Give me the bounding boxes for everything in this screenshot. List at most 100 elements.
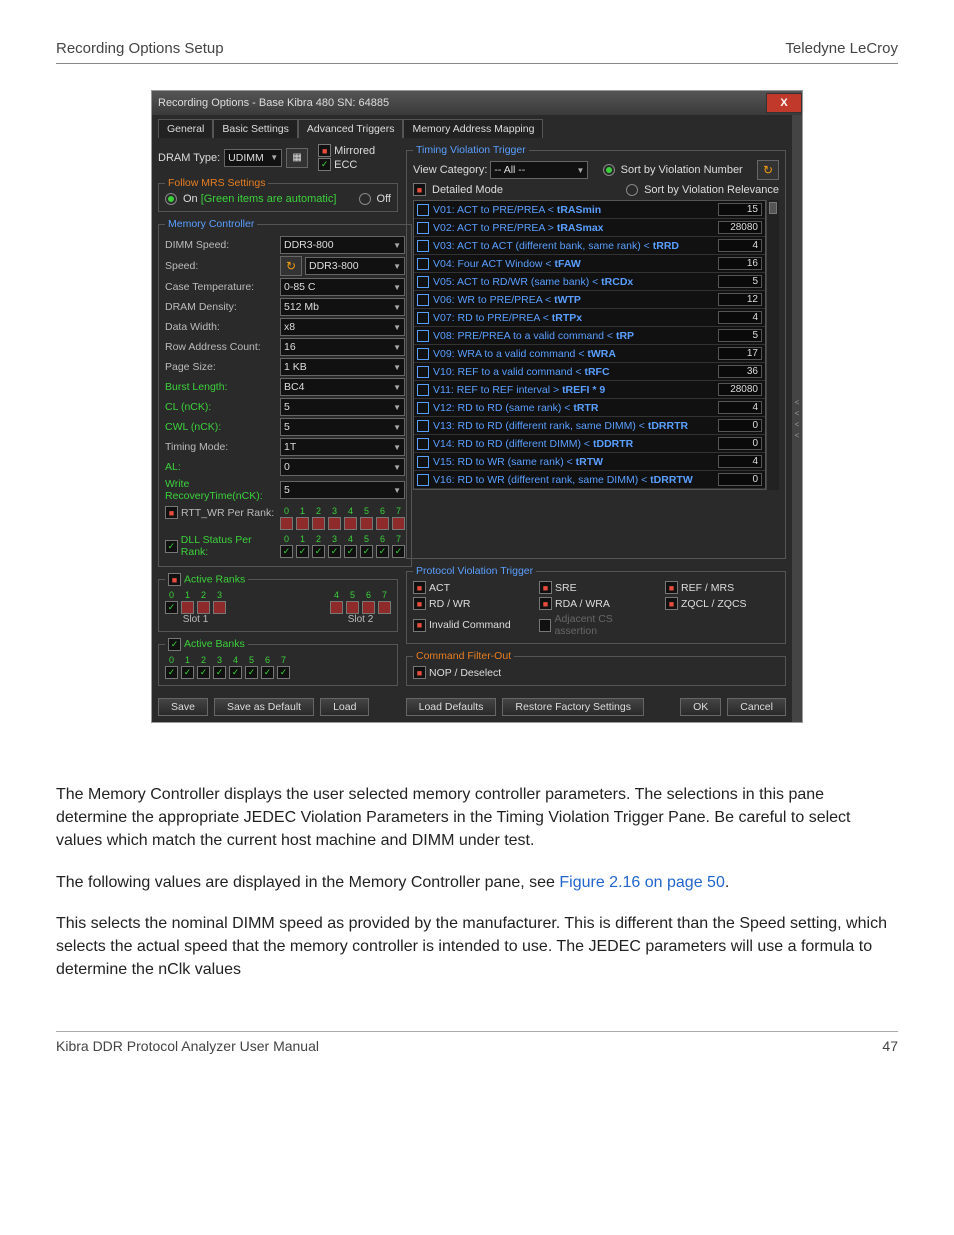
protocol-violation-item[interactable]: ■RDA / WRA: [539, 597, 653, 610]
rtt-rank-box[interactable]: [376, 517, 389, 530]
violation-value[interactable]: 0: [718, 419, 762, 432]
violation-row[interactable]: V06: WR to PRE/PREA < tWTP12: [414, 291, 765, 309]
rtt-rank-box[interactable]: [280, 517, 293, 530]
follow-mrs-off-radio[interactable]: [359, 193, 371, 205]
violation-row[interactable]: V09: WRA to a valid command < tWRA17: [414, 345, 765, 363]
mc-select[interactable]: 1 KB▼: [280, 358, 405, 376]
mc-select[interactable]: x8▼: [280, 318, 405, 336]
pv-checkbox[interactable]: ■: [539, 581, 552, 594]
violation-row[interactable]: V15: RD to WR (same rank) < tRTW4: [414, 453, 765, 471]
active-rank-box[interactable]: [378, 601, 391, 614]
mc-select[interactable]: 5▼: [280, 398, 405, 416]
dialog-right-scroll[interactable]: < < < <: [792, 115, 802, 722]
violation-checkbox[interactable]: [417, 294, 429, 306]
dll-status-check[interactable]: ✓: [165, 540, 178, 553]
rtt-rank-box[interactable]: [328, 517, 341, 530]
violation-value[interactable]: 4: [718, 401, 762, 414]
dll-rank-box[interactable]: [376, 545, 389, 558]
mc-select[interactable]: 0-85 C▼: [280, 278, 405, 296]
protocol-violation-item[interactable]: ■ZQCL / ZQCS: [665, 597, 779, 610]
violation-list[interactable]: V01: ACT to PRE/PREA < tRASmin15V02: ACT…: [413, 200, 766, 490]
violation-value[interactable]: 17: [718, 347, 762, 360]
violation-row[interactable]: V03: ACT to ACT (different bank, same ra…: [414, 237, 765, 255]
violation-row[interactable]: V16: RD to WR (different rank, same DIMM…: [414, 471, 765, 489]
protocol-violation-item[interactable]: ■RD / WR: [413, 597, 527, 610]
mc-select[interactable]: BC4▼: [280, 378, 405, 396]
mc-select[interactable]: 512 Mb▼: [280, 298, 405, 316]
speed-refresh-icon[interactable]: ↻: [280, 256, 302, 276]
violation-value[interactable]: 28080: [718, 221, 762, 234]
restore-factory-button[interactable]: Restore Factory Settings: [502, 698, 644, 716]
dll-rank-box[interactable]: [296, 545, 309, 558]
dram-type-select[interactable]: UDIMM▼: [224, 149, 282, 167]
violation-checkbox[interactable]: [417, 222, 429, 234]
violation-value[interactable]: 4: [718, 311, 762, 324]
active-bank-box[interactable]: [213, 666, 226, 679]
active-bank-box[interactable]: [277, 666, 290, 679]
protocol-violation-item[interactable]: ■Invalid Command: [413, 613, 527, 637]
dll-rank-box[interactable]: [360, 545, 373, 558]
violation-value[interactable]: 0: [718, 473, 762, 486]
violation-checkbox[interactable]: [417, 276, 429, 288]
violation-scrollbar[interactable]: [766, 200, 779, 490]
violation-value[interactable]: 5: [718, 275, 762, 288]
pv-checkbox[interactable]: ■: [413, 581, 426, 594]
dll-rank-box[interactable]: [344, 545, 357, 558]
pv-checkbox[interactable]: ■: [413, 597, 426, 610]
close-button[interactable]: X: [766, 93, 802, 113]
violation-row[interactable]: V02: ACT to PRE/PREA > tRASmax28080: [414, 219, 765, 237]
rtt-rank-box[interactable]: [392, 517, 405, 530]
active-rank-box[interactable]: [362, 601, 375, 614]
violation-row[interactable]: V01: ACT to PRE/PREA < tRASmin15: [414, 201, 765, 219]
pv-checkbox[interactable]: ■: [665, 581, 678, 594]
figure-link[interactable]: Figure 2.16 on page 50: [559, 874, 724, 891]
pv-checkbox[interactable]: ■: [665, 597, 678, 610]
active-bank-box[interactable]: [181, 666, 194, 679]
pv-checkbox[interactable]: ■: [539, 597, 552, 610]
rtt-rank-box[interactable]: [296, 517, 309, 530]
load-defaults-button[interactable]: Load Defaults: [406, 698, 497, 716]
tab-basic-settings[interactable]: Basic Settings: [213, 119, 298, 138]
violation-value[interactable]: 4: [718, 455, 762, 468]
violation-row[interactable]: V13: RD to RD (different rank, same DIMM…: [414, 417, 765, 435]
active-bank-box[interactable]: [165, 666, 178, 679]
rtt-rank-box[interactable]: [344, 517, 357, 530]
detailed-mode-check[interactable]: ■: [413, 183, 426, 196]
protocol-violation-item[interactable]: ■SRE: [539, 581, 653, 594]
violation-checkbox[interactable]: [417, 438, 429, 450]
load-button[interactable]: Load: [320, 698, 369, 716]
violation-row[interactable]: V04: Four ACT Window < tFAW16: [414, 255, 765, 273]
violation-checkbox[interactable]: [417, 420, 429, 432]
violation-value[interactable]: 36: [718, 365, 762, 378]
ecc-checkbox[interactable]: ✓: [318, 158, 331, 171]
sort-number-radio[interactable]: [603, 164, 615, 176]
violation-checkbox[interactable]: [417, 402, 429, 414]
active-banks-check[interactable]: ✓: [168, 638, 181, 651]
protocol-violation-item[interactable]: ■ACT: [413, 581, 527, 594]
mirrored-checkbox[interactable]: ■: [318, 144, 331, 157]
violation-checkbox[interactable]: [417, 348, 429, 360]
refresh-icon[interactable]: ↻: [757, 160, 779, 180]
view-category-select[interactable]: -- All --▼: [490, 161, 588, 179]
violation-checkbox[interactable]: [417, 366, 429, 378]
sort-relevance-radio[interactable]: [626, 184, 638, 196]
rtt-rank-box[interactable]: [312, 517, 325, 530]
mc-select[interactable]: DDR3-800▼: [305, 257, 405, 275]
violation-checkbox[interactable]: [417, 384, 429, 396]
violation-value[interactable]: 12: [718, 293, 762, 306]
tab-advanced-triggers[interactable]: Advanced Triggers: [298, 119, 404, 138]
active-rank-box[interactable]: [165, 601, 178, 614]
mc-select[interactable]: 1T▼: [280, 438, 405, 456]
active-bank-box[interactable]: [245, 666, 258, 679]
mc-select[interactable]: 16▼: [280, 338, 405, 356]
violation-checkbox[interactable]: [417, 456, 429, 468]
violation-row[interactable]: V08: PRE/PREA to a valid command < tRP5: [414, 327, 765, 345]
violation-value[interactable]: 4: [718, 239, 762, 252]
pv-checkbox[interactable]: ■: [413, 619, 426, 632]
tab-general[interactable]: General: [158, 119, 213, 138]
active-rank-box[interactable]: [197, 601, 210, 614]
violation-value[interactable]: 15: [718, 203, 762, 216]
mc-select[interactable]: 5▼: [280, 418, 405, 436]
dll-rank-box[interactable]: [392, 545, 405, 558]
active-rank-box[interactable]: [330, 601, 343, 614]
